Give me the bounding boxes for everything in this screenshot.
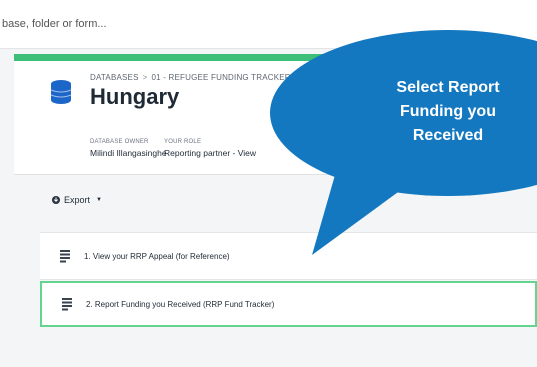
download-icon bbox=[52, 196, 60, 204]
form-label: 1. View your RRP Appeal (for Reference) bbox=[84, 251, 230, 261]
breadcrumb: DATABASES >01 - REFUGEE FUNDING TRACKER bbox=[90, 73, 291, 82]
header-divider bbox=[14, 174, 537, 175]
form-row-view-appeal[interactable]: 1. View your RRP Appeal (for Reference) bbox=[40, 232, 537, 280]
search-bar bbox=[0, 0, 537, 49]
chevron-down-icon: ▼ bbox=[96, 197, 102, 203]
form-row-report-funding[interactable]: 2. Report Funding you Received (RRP Fund… bbox=[40, 281, 537, 327]
breadcrumb-databases[interactable]: DATABASES bbox=[90, 73, 139, 82]
owner-label: DATABASE OWNER bbox=[90, 139, 149, 145]
page-title: Hungary bbox=[90, 84, 180, 109]
database-icon bbox=[50, 80, 72, 104]
search-input[interactable] bbox=[0, 18, 502, 30]
accent-strip bbox=[14, 54, 537, 61]
export-button[interactable]: Export ▼ bbox=[52, 195, 102, 205]
owner-value: Milindi Illangasinghe bbox=[90, 148, 167, 158]
role-label: YOUR ROLE bbox=[164, 139, 202, 145]
export-label: Export bbox=[64, 195, 91, 205]
callout-text: Select Report Funding you Received bbox=[396, 79, 500, 144]
role-value: Reporting partner - View bbox=[164, 148, 256, 158]
form-icon bbox=[62, 297, 72, 310]
form-label: 2. Report Funding you Received (RRP Fund… bbox=[86, 299, 275, 309]
breadcrumb-separator: > bbox=[142, 73, 148, 82]
breadcrumb-current[interactable]: 01 - REFUGEE FUNDING TRACKER bbox=[152, 73, 291, 82]
form-icon bbox=[60, 249, 70, 262]
